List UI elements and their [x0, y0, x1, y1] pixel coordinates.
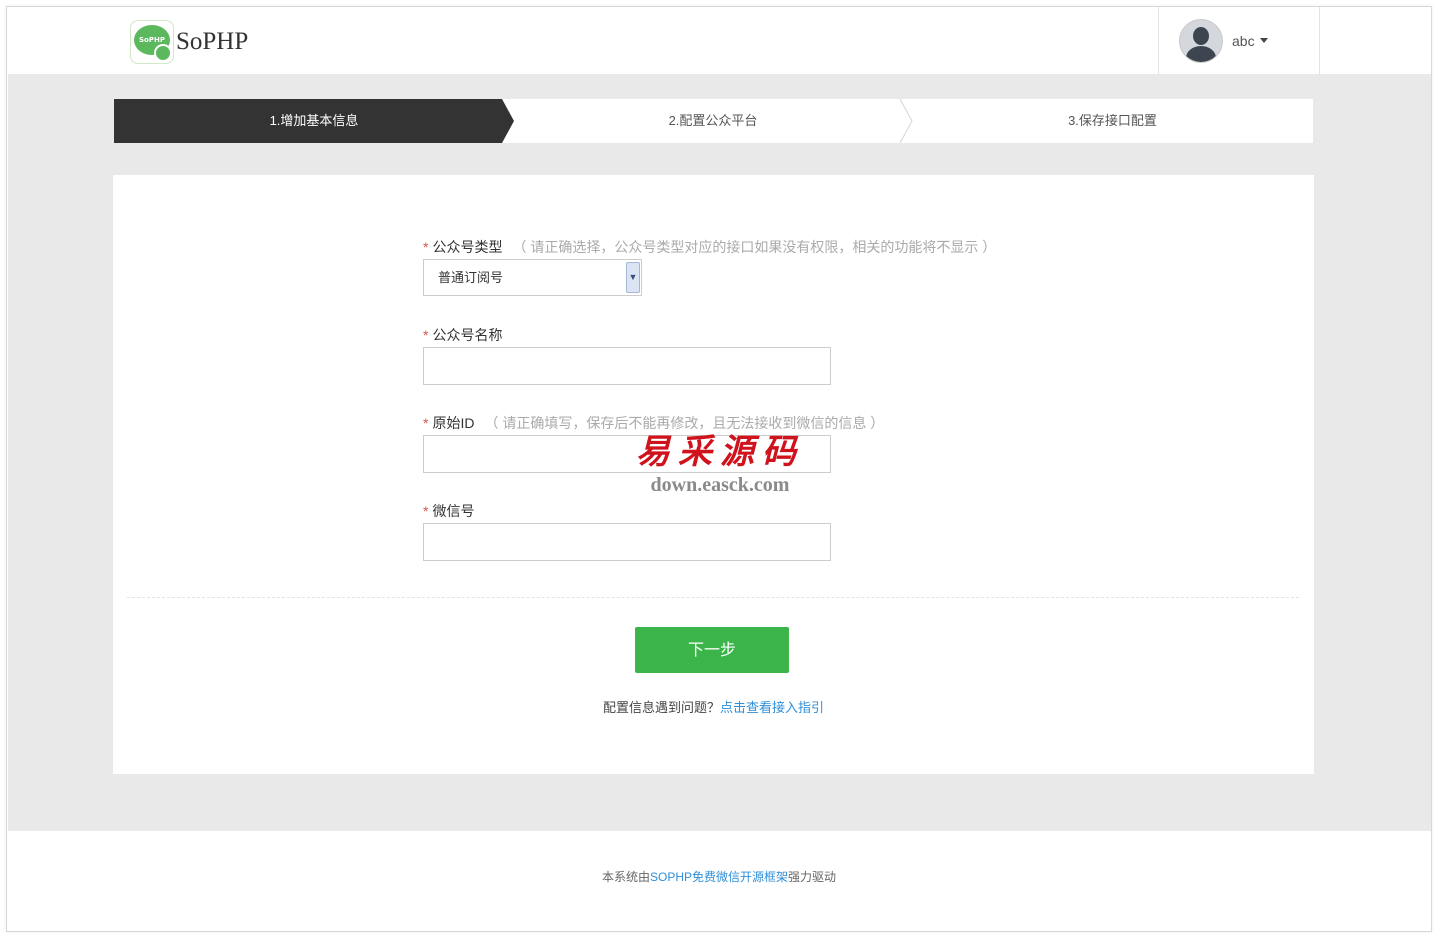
help-text: 配置信息遇到问题？点击查看接入指引 — [113, 697, 1314, 716]
account-type-label-text: 公众号类型 — [432, 239, 503, 255]
logo-text: SoPHP — [176, 28, 249, 55]
footer: 本系统由SOPHP免费微信开源框架强力驱动 — [0, 868, 1438, 885]
required-star: * — [423, 503, 429, 519]
required-star: * — [423, 239, 429, 255]
footer-suffix: 强力驱动 — [788, 870, 837, 884]
help-guide-link[interactable]: 点击查看接入指引 — [720, 700, 824, 715]
step-2: 2.配置公众平台 — [514, 99, 912, 143]
account-type-hint: （ 请正确选择，公众号类型对应的接口如果没有权限，相关的功能将不显示 ） — [512, 239, 997, 255]
footer-prefix: 本系统由 — [601, 870, 650, 884]
caret-down-icon[interactable] — [1259, 38, 1268, 43]
form-divider — [127, 597, 1299, 598]
account-name-input[interactable] — [423, 347, 831, 385]
avatar-body-icon — [1186, 45, 1216, 62]
step-2-label: 2.配置公众平台 — [668, 113, 758, 128]
next-step-button[interactable]: 下一步 — [635, 627, 789, 673]
original-id-label: * 原始ID （ 请正确填写，保存后不能再修改，且无法接收到微信的信息 ） — [423, 413, 884, 433]
form-panel: * 公众号类型（ 请正确选择，公众号类型对应的接口如果没有权限，相关的功能将不显示… — [113, 175, 1314, 774]
step-3-label: 3.保存接口配置 — [1068, 113, 1157, 128]
logo[interactable]: SoPHP SoPHP — [130, 19, 248, 65]
logo-icon: SoPHP — [130, 20, 174, 64]
wechat-id-label-text: 微信号 — [432, 503, 475, 519]
chevron-down-icon[interactable]: ▼ — [626, 262, 640, 293]
account-name-label: * 公众号名称 — [423, 325, 502, 345]
account-type-label: * 公众号类型 （ 请正确选择，公众号类型对应的接口如果没有权限，相关的功能将不显示… — [423, 237, 996, 257]
required-star: * — [423, 327, 429, 343]
help-question: 配置信息遇到问题？ — [602, 700, 720, 715]
original-id-hint: （ 请正确填写，保存后不能再修改，且无法接收到微信的信息 ） — [484, 415, 885, 431]
footer-link[interactable]: SOPHP免费微信开源框架 — [650, 870, 788, 884]
account-name-label-text: 公众号名称 — [432, 327, 503, 343]
wechat-id-input[interactable] — [423, 523, 831, 561]
step-progress: 1.增加基本信息 2.配置公众平台 3.保存接口配置 — [114, 99, 1313, 143]
step-3: 3.保存接口配置 — [912, 99, 1313, 143]
step-1: 1.增加基本信息 — [114, 99, 514, 143]
step-1-label: 1.增加基本信息 — [269, 113, 359, 128]
top-header: SoPHP SoPHP abc — [7, 7, 1431, 74]
wechat-id-label: * 微信号 — [423, 501, 474, 521]
required-star: * — [423, 415, 429, 431]
original-id-label-text: 原始ID — [432, 415, 475, 431]
avatar[interactable] — [1179, 18, 1223, 63]
logo-dot — [154, 44, 172, 62]
user-menu[interactable]: abc — [1158, 7, 1320, 74]
account-type-select[interactable]: 普通订阅号 ▼ — [423, 259, 642, 296]
avatar-head-icon — [1193, 26, 1209, 45]
account-type-selected: 普通订阅号 — [438, 270, 504, 285]
original-id-input[interactable] — [423, 435, 831, 473]
username[interactable]: abc — [1232, 33, 1255, 49]
